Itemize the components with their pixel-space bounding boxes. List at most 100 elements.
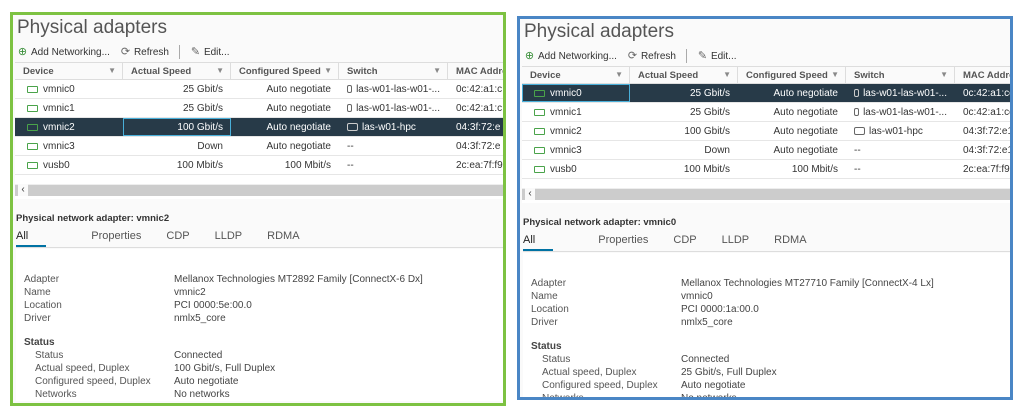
configured-speed-cell: Auto negotiate	[266, 83, 332, 95]
configured-speed-cell: Auto negotiate	[773, 144, 839, 156]
tab-lldp[interactable]: LLDP	[722, 231, 750, 251]
device-name: vmnic3	[43, 140, 75, 152]
add-networking-button[interactable]: ⊕ Add Networking...	[17, 46, 110, 58]
column-header[interactable]: Configured Speed ▼	[738, 67, 846, 83]
table-row[interactable]: vmnic3 Down Auto negotiate -- 04:3f:72:e…	[522, 141, 1010, 160]
network-adapter-icon	[27, 142, 38, 150]
network-adapter-icon	[534, 127, 545, 135]
detail-tabs: All Properties CDP LLDP RDMA	[523, 231, 1010, 252]
adapter-details: Adapter Mellanox Technologies MT27710 Fam…	[523, 253, 1010, 397]
status-value: No networks	[174, 389, 230, 400]
device-name: vmnic1	[550, 106, 582, 118]
status-row: Configured speed, Duplex Auto negotiate	[531, 379, 1010, 392]
switch-icon	[347, 104, 353, 112]
tab-properties[interactable]: Properties	[91, 227, 141, 247]
tab-properties[interactable]: Properties	[598, 231, 648, 251]
switch-cell: las-w01-las-w01-...	[339, 80, 448, 98]
switch-icon	[854, 108, 860, 116]
device-cell: vusb0	[15, 156, 123, 174]
switch-cell: las-w01-las-w01-...	[339, 99, 448, 117]
actual-speed-cell: Down	[704, 144, 730, 156]
status-heading: Status	[531, 341, 562, 352]
edit-button[interactable]: ✎ Edit...	[697, 50, 737, 62]
detail-value: PCI 0000:1a:00.0	[681, 304, 759, 315]
tab-all[interactable]: All	[523, 231, 554, 251]
table-header: Device ▼ Actual Speed ▼ Configured Speed ▼ Swi…	[522, 67, 1010, 84]
column-header[interactable]: MAC Address	[955, 67, 1010, 83]
device-name: vmnic0	[550, 87, 582, 99]
switch-cell: --	[339, 156, 448, 174]
column-header[interactable]: Device ▼	[522, 67, 630, 83]
status-label: Status	[542, 354, 571, 365]
column-header-label: MAC Address	[963, 70, 1010, 81]
scroll-left-icon[interactable]: ‹	[18, 184, 28, 196]
table-row[interactable]: vmnic0 25 Gbit/s Auto negotiate las-w01-…	[15, 80, 503, 99]
configured-speed-cell: Auto negotiate	[266, 121, 332, 133]
detail-label: Location	[531, 304, 569, 315]
filter-icon[interactable]: ▼	[723, 70, 731, 79]
adapters-table: Device ▼ Actual Speed ▼ Configured Speed ▼ Swi…	[522, 66, 1010, 203]
tab-all[interactable]: All	[16, 227, 47, 247]
switch-icon	[854, 127, 865, 135]
filter-icon[interactable]: ▼	[108, 66, 116, 75]
switch-cell: --	[846, 141, 955, 159]
status-row: Actual speed, Duplex 100 Gbit/s, Full Dup…	[24, 362, 503, 375]
filter-icon[interactable]: ▼	[831, 70, 839, 79]
table-row[interactable]: vmnic3 Down Auto negotiate -- 04:3f:72:e	[15, 137, 503, 156]
detail-value: vmnic0	[681, 291, 713, 302]
device-name: vmnic2	[43, 121, 75, 133]
table-row[interactable]: vusb0 100 Mbit/s 100 Mbit/s -- 2c:ea:7f:…	[522, 160, 1010, 179]
table-row[interactable]: vmnic1 25 Gbit/s Auto negotiate las-w01-…	[15, 99, 503, 118]
page-title: Physical adapters	[524, 21, 674, 42]
page-title: Physical adapters	[17, 17, 167, 38]
table-row[interactable]: vmnic2 100 Gbit/s Auto negotiate las-w01…	[522, 122, 1010, 141]
table-row[interactable]: vmnic1 25 Gbit/s Auto negotiate las-w01-…	[522, 103, 1010, 122]
adapters-table: Device ▼ Actual Speed ▼ Configured Speed ▼ Swi…	[15, 62, 503, 199]
column-header[interactable]: Device ▼	[15, 63, 123, 79]
column-header[interactable]: MAC Address	[448, 63, 503, 79]
column-header[interactable]: Configured Speed ▼	[231, 63, 339, 79]
horizontal-scrollbar[interactable]: ‹	[522, 188, 1010, 200]
mac-address-cell: 0c:42:a1:c	[456, 102, 503, 114]
configured-speed-cell: Auto negotiate	[266, 102, 332, 114]
filter-icon[interactable]: ▼	[940, 70, 948, 79]
column-header[interactable]: Switch ▼	[339, 63, 448, 79]
switch-name: las-w01-las-w01-...	[863, 106, 947, 118]
detail-row: Location PCI 0000:5e:00.0	[24, 299, 503, 312]
horizontal-scrollbar[interactable]: ‹	[15, 184, 503, 196]
switch-icon	[347, 123, 358, 131]
device-name: vmnic1	[43, 102, 75, 114]
actual-speed-cell: 25 Gbit/s	[689, 87, 730, 99]
edit-button[interactable]: ✎ Edit...	[190, 45, 230, 58]
table-row[interactable]: vmnic2 100 Gbit/s Auto negotiate las-w01…	[15, 118, 503, 137]
filter-icon[interactable]: ▼	[324, 66, 332, 75]
column-header[interactable]: Actual Speed ▼	[630, 67, 738, 83]
tab-rdma[interactable]: RDMA	[267, 227, 299, 247]
pencil-icon: ✎	[190, 45, 201, 58]
tab-lldp[interactable]: LLDP	[215, 227, 243, 247]
switch-name: las-w01-hpc	[362, 121, 416, 133]
network-adapter-icon	[27, 85, 38, 93]
network-adapter-icon	[534, 108, 545, 116]
tab-rdma[interactable]: RDMA	[774, 231, 806, 251]
refresh-label: Refresh	[133, 46, 169, 58]
refresh-button[interactable]: ⟳ Refresh	[120, 46, 169, 58]
table-row[interactable]: vmnic0 25 Gbit/s Auto negotiate las-w01-…	[522, 84, 1010, 103]
status-label: Status	[35, 350, 64, 361]
add-networking-button[interactable]: ⊕ Add Networking...	[524, 50, 617, 62]
filter-icon[interactable]: ▼	[216, 66, 224, 75]
physical-adapters-panel-right: Physical adapters ⊕ Add Networking... ⟳ Re…	[517, 16, 1013, 400]
switch-cell: las-w01-las-w01-...	[846, 84, 955, 102]
filter-icon[interactable]: ▼	[433, 66, 441, 75]
column-header[interactable]: Switch ▼	[846, 67, 955, 83]
edit-label: Edit...	[203, 46, 230, 58]
tab-cdp[interactable]: CDP	[673, 231, 696, 251]
filter-icon[interactable]: ▼	[615, 70, 623, 79]
tab-cdp[interactable]: CDP	[166, 227, 189, 247]
column-header[interactable]: Actual Speed ▼	[123, 63, 231, 79]
table-row[interactable]: vusb0 100 Mbit/s 100 Mbit/s -- 2c:ea:7f:…	[15, 156, 503, 175]
configured-speed-cell: Auto negotiate	[773, 87, 839, 99]
scroll-left-icon[interactable]: ‹	[525, 188, 535, 200]
refresh-button[interactable]: ⟳ Refresh	[627, 50, 676, 62]
switch-name: las-w01-las-w01-...	[356, 83, 440, 95]
